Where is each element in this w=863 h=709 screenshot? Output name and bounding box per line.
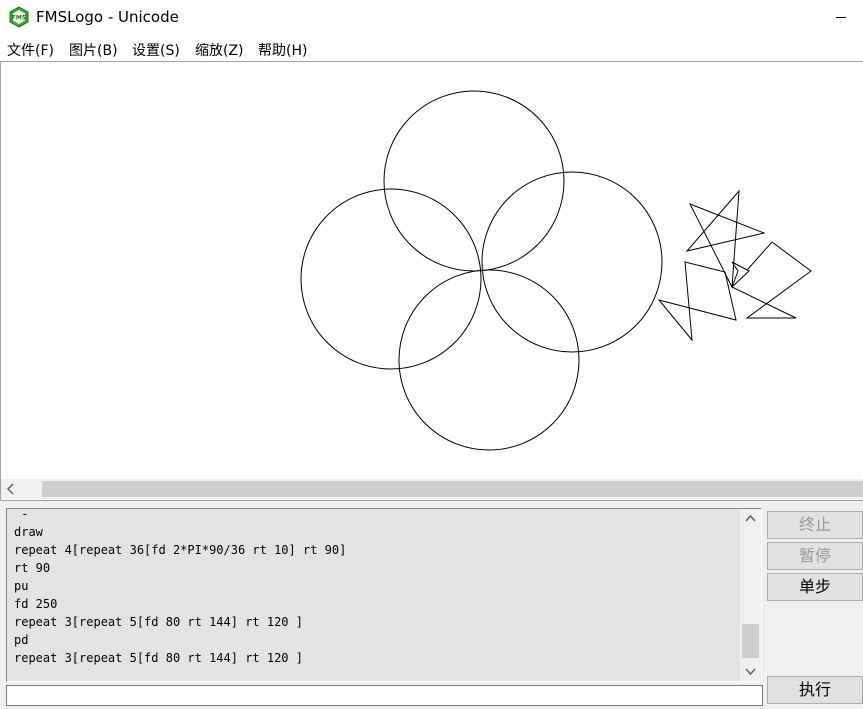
menu-file[interactable]: 文件(F) bbox=[7, 40, 54, 60]
window-title: FMSLogo - Unicode bbox=[36, 8, 179, 26]
history-line: repeat 3[repeat 5[fd 80 rt 144] rt 120 ] bbox=[14, 615, 303, 629]
history-line: - bbox=[14, 507, 29, 521]
arrow-down-icon[interactable] bbox=[740, 661, 761, 681]
horizontal-scrollbar[interactable] bbox=[1, 479, 863, 499]
history-line: draw bbox=[14, 525, 43, 539]
star-left bbox=[657, 261, 737, 342]
arrow-up-icon[interactable] bbox=[740, 509, 761, 529]
history-line: pu bbox=[14, 579, 29, 593]
turtle-arrow bbox=[731, 261, 750, 288]
arrow-left-icon[interactable] bbox=[1, 479, 21, 499]
command-input[interactable] bbox=[6, 685, 763, 706]
horizontal-scroll-thumb[interactable] bbox=[42, 481, 863, 497]
history-line: rt 90 bbox=[14, 561, 51, 575]
menu-settings[interactable]: 设置(S) bbox=[132, 40, 180, 60]
history-line: pd bbox=[14, 633, 29, 647]
halt-button[interactable]: 终止 bbox=[767, 511, 863, 539]
menu-zoom[interactable]: 缩放(Z) bbox=[195, 40, 244, 60]
history-line: repeat 3[repeat 5[fd 80 rt 144] rt 120 ] bbox=[14, 651, 303, 665]
menu-bar: 文件(F) 图片(B) 设置(S) 缩放(Z) 帮助(H) bbox=[0, 36, 863, 62]
menu-bitmap[interactable]: 图片(B) bbox=[69, 40, 118, 60]
pause-button[interactable]: 暂停 bbox=[767, 542, 863, 570]
vertical-scrollbar[interactable] bbox=[740, 509, 761, 681]
title-bar: FMS FMSLogo - Unicode bbox=[0, 0, 863, 36]
execute-button[interactable]: 执行 bbox=[767, 676, 863, 704]
command-history[interactable]: - draw repeat 4[repeat 36[fd 2*PI*90/36 … bbox=[6, 507, 762, 682]
menu-help[interactable]: 帮助(H) bbox=[258, 40, 307, 60]
turtle-canvas[interactable] bbox=[1, 62, 863, 478]
minimize-icon[interactable] bbox=[826, 0, 863, 34]
fmslogo-icon: FMS bbox=[9, 6, 29, 28]
svg-text:FMS: FMS bbox=[12, 15, 26, 22]
step-button[interactable]: 单步 bbox=[767, 573, 863, 601]
vertical-scroll-thumb[interactable] bbox=[742, 624, 759, 658]
history-line: fd 250 bbox=[14, 597, 58, 611]
history-line: repeat 4[repeat 36[fd 2*PI*90/36 rt 10] … bbox=[14, 543, 347, 557]
star-right bbox=[731, 241, 812, 319]
